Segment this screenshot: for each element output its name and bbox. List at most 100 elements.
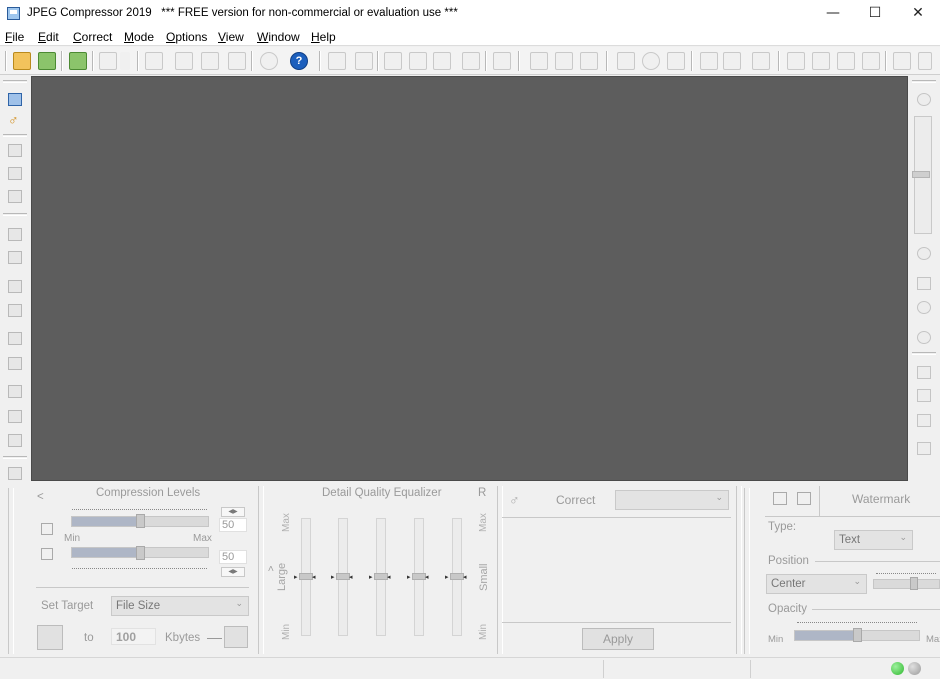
eq-band-thumb[interactable]: [299, 573, 313, 580]
compression-collapse-button[interactable]: <: [37, 491, 44, 503]
toolbar-overflow-icon[interactable]: [918, 52, 932, 70]
zoom-tool-icon[interactable]: [555, 52, 573, 70]
save-dropdown-icon[interactable]: [120, 52, 130, 70]
edit-icon[interactable]: [493, 52, 511, 70]
watermark-size-thumb[interactable]: [910, 577, 918, 590]
rotate-icon[interactable]: [145, 52, 163, 70]
actual-size-icon[interactable]: [917, 301, 931, 314]
save-icon[interactable]: [99, 52, 117, 70]
menu-mode[interactable]: Mode: [124, 30, 154, 44]
crop-icon[interactable]: [384, 52, 402, 70]
grid-view-icon[interactable]: [8, 280, 22, 293]
minimize-button[interactable]: —: [810, 0, 856, 28]
eq-band-thumb[interactable]: [374, 573, 388, 580]
panel-three-icon[interactable]: [917, 414, 931, 427]
open-folder-icon[interactable]: [38, 52, 56, 70]
bottom-level-value[interactable]: 50: [219, 550, 247, 564]
watermark-grip[interactable]: [744, 488, 750, 654]
layout-horizontal-icon[interactable]: [812, 52, 830, 70]
select-all-icon[interactable]: [700, 52, 718, 70]
top-level-spinner[interactable]: ◀▶: [221, 507, 245, 517]
apply-button[interactable]: Apply: [582, 628, 654, 650]
top-level-value[interactable]: 50: [219, 518, 247, 532]
help-icon[interactable]: ?: [290, 52, 308, 70]
resize-icon[interactable]: [409, 52, 427, 70]
target-size-input[interactable]: 100: [111, 628, 156, 645]
invert-selection-icon[interactable]: [752, 52, 770, 70]
menu-window[interactable]: Window: [257, 30, 300, 44]
export-icon[interactable]: [228, 52, 246, 70]
zoom-in-icon[interactable]: [917, 93, 931, 106]
opacity-thumb[interactable]: [853, 628, 862, 642]
blocks-icon[interactable]: [8, 410, 22, 423]
compress-target-button[interactable]: [224, 626, 248, 648]
sync-icon[interactable]: [917, 442, 931, 455]
copy-icon[interactable]: [328, 52, 346, 70]
set-target-button[interactable]: [37, 625, 63, 650]
bottom-compression-thumb[interactable]: [136, 546, 145, 560]
bottom-level-spinner[interactable]: ◀▶: [221, 567, 245, 577]
watermark-add-icon[interactable]: [773, 492, 787, 505]
correct-select[interactable]: ⌄: [615, 490, 729, 510]
fit-width-icon[interactable]: [917, 277, 931, 290]
bottom-left-grip[interactable]: [8, 488, 14, 654]
zoom-out-icon[interactable]: [917, 247, 931, 260]
view-compressed-icon[interactable]: [8, 167, 22, 180]
deselect-icon[interactable]: [723, 52, 741, 70]
menu-help[interactable]: Help: [311, 30, 336, 44]
eq-band-thumb[interactable]: [412, 573, 426, 580]
layout-list-icon[interactable]: [862, 52, 880, 70]
print-icon[interactable]: [175, 52, 193, 70]
retouch-icon[interactable]: [462, 52, 480, 70]
reload-icon[interactable]: [69, 52, 87, 70]
view-difference-icon[interactable]: [8, 190, 22, 203]
pan-icon[interactable]: [580, 52, 598, 70]
app-icon[interactable]: [7, 7, 20, 20]
target-type-select[interactable]: File Size ⌄: [111, 596, 249, 616]
eq-band-thumb[interactable]: [336, 573, 350, 580]
paste-icon[interactable]: [355, 52, 373, 70]
split-view-icon[interactable]: [8, 228, 22, 241]
eq-band-thumb[interactable]: [450, 573, 464, 580]
equalizer-reset-button[interactable]: R: [478, 487, 486, 499]
rect-select-icon[interactable]: [617, 52, 635, 70]
key-icon[interactable]: ♂: [8, 113, 22, 127]
channel-view-icon[interactable]: [8, 304, 22, 317]
batch-icon[interactable]: [201, 52, 219, 70]
menu-view[interactable]: View: [218, 30, 244, 44]
compare-view-icon[interactable]: [8, 251, 22, 264]
menu-edit[interactable]: Edit: [38, 30, 59, 44]
watermark-size-slider[interactable]: [873, 579, 940, 589]
image-canvas[interactable]: [31, 76, 908, 481]
top-compression-thumb[interactable]: [136, 514, 145, 528]
layout-split-icon[interactable]: [787, 52, 805, 70]
info-icon[interactable]: [260, 52, 278, 70]
open-file-icon[interactable]: [13, 52, 31, 70]
menu-options[interactable]: Options: [166, 30, 207, 44]
red-eye-icon[interactable]: [433, 52, 451, 70]
compress-view-icon[interactable]: [8, 93, 22, 106]
zoom-slider-thumb[interactable]: [912, 171, 930, 178]
lasso-icon[interactable]: [667, 52, 685, 70]
chroma-icon[interactable]: [8, 385, 22, 398]
eq-band-marker-icon: ▸: [369, 573, 373, 581]
panel-toggle-icon[interactable]: [893, 52, 911, 70]
image-info-icon[interactable]: [8, 467, 22, 480]
menu-file[interactable]: File: [5, 30, 24, 44]
view-original-icon[interactable]: [8, 144, 22, 157]
layout-vertical-icon[interactable]: [837, 52, 855, 70]
close-button[interactable]: ✕: [895, 0, 940, 28]
histogram-icon[interactable]: [8, 332, 22, 345]
artifacts-icon[interactable]: [8, 434, 22, 447]
luminance-icon[interactable]: [8, 357, 22, 370]
watermark-position-select[interactable]: Center ⌄: [766, 574, 867, 594]
panel-one-icon[interactable]: [917, 366, 931, 379]
fit-window-icon[interactable]: [917, 331, 931, 344]
watermark-remove-icon[interactable]: [797, 492, 811, 505]
watermark-type-select[interactable]: Text ⌄: [834, 530, 913, 550]
ellipse-select-icon[interactable]: [642, 52, 660, 70]
menu-correct[interactable]: Correct: [73, 30, 112, 44]
maximize-button[interactable]: ☐: [852, 0, 898, 28]
panel-two-icon[interactable]: [917, 389, 931, 402]
hand-icon[interactable]: [530, 52, 548, 70]
